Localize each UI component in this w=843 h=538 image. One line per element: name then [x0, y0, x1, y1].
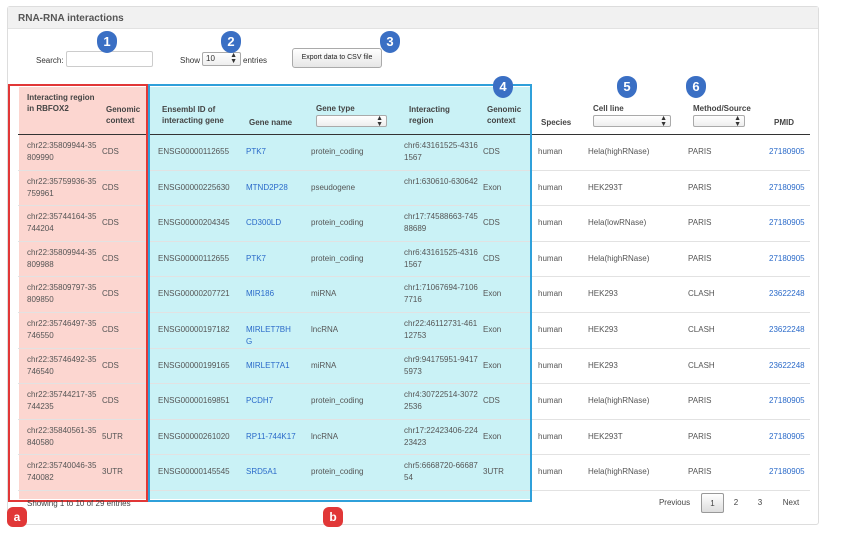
next-button[interactable]: Next: [776, 493, 806, 513]
cell-species: human: [538, 218, 563, 228]
cell-pmid[interactable]: 23622248: [769, 324, 805, 336]
cell-method: CLASH: [688, 360, 715, 370]
annotation-badge-a: a: [7, 507, 27, 527]
entries-select-value: 10: [206, 54, 215, 63]
cell-method: PARIS: [688, 218, 712, 228]
cell-method: PARIS: [688, 253, 712, 263]
cell-cell-line: HEK293T: [588, 182, 623, 192]
cell-species: human: [538, 325, 563, 334]
cell-pmid[interactable]: 27180905: [769, 146, 805, 158]
region-b-box: [148, 84, 532, 502]
cell-method: PARIS: [688, 431, 712, 441]
cell-line-filter[interactable]: ▲ ▼: [593, 115, 671, 128]
cell-cell-line: Hela(highRNase): [588, 467, 650, 477]
search-label: Search:: [36, 56, 64, 65]
cell-species: human: [538, 431, 563, 441]
cell-species: human: [538, 289, 563, 299]
cell-cell-line: Hela(highRNase): [588, 147, 650, 156]
cell-cell-line: HEK293T: [588, 431, 623, 441]
search-input[interactable]: [66, 51, 153, 67]
region-a-box: [8, 84, 148, 502]
method-filter[interactable]: ▲ ▼: [693, 115, 745, 128]
annotation-badge-1: 1: [97, 31, 117, 53]
annotation-badge-b: b: [323, 507, 343, 527]
cell-method: CLASH: [688, 325, 715, 334]
table-info: Showing 1 to 10 of 29 entries: [27, 499, 131, 508]
cell-method: PARIS: [688, 396, 712, 406]
page-1-button[interactable]: 1: [701, 493, 724, 513]
export-csv-button[interactable]: Export data to CSV file: [292, 48, 382, 68]
cell-pmid[interactable]: 27180905: [769, 182, 805, 194]
cell-cell-line: Hela(lowRNase): [588, 218, 647, 228]
page-3-button[interactable]: 3: [751, 493, 769, 513]
cell-method: PARIS: [688, 467, 712, 477]
previous-button[interactable]: Previous: [652, 493, 697, 513]
header-cell-line[interactable]: Cell line: [593, 103, 624, 114]
annotation-badge-3: 3: [380, 31, 400, 53]
cell-species: human: [538, 467, 563, 477]
cell-pmid[interactable]: 27180905: [769, 431, 805, 443]
cell-pmid[interactable]: 23622248: [769, 360, 805, 372]
panel-title: RNA-RNA interactions: [8, 7, 818, 29]
cell-method: CLASH: [688, 289, 715, 299]
cell-species: human: [538, 147, 563, 156]
select-arrows-icon: ▲ ▼: [734, 115, 741, 128]
cell-species: human: [538, 360, 563, 370]
cell-cell-line: HEK293: [588, 325, 618, 334]
select-arrows-icon: ▲ ▼: [230, 52, 237, 65]
annotation-badge-6: 6: [686, 76, 706, 98]
header-method-source[interactable]: Method/Source: [693, 103, 751, 114]
cell-cell-line: Hela(highRNase): [588, 253, 650, 263]
cell-method: PARIS: [688, 147, 712, 156]
cell-species: human: [538, 182, 563, 192]
cell-method: PARIS: [688, 182, 712, 192]
entries-label: entries: [243, 56, 268, 65]
cell-pmid[interactable]: 27180905: [769, 217, 805, 229]
select-arrows-icon: ▲ ▼: [660, 115, 667, 128]
cell-species: human: [538, 253, 563, 263]
cell-pmid[interactable]: 27180905: [769, 253, 805, 265]
header-pmid[interactable]: PMID: [774, 117, 794, 128]
annotation-badge-2: 2: [221, 31, 241, 53]
cell-species: human: [538, 396, 563, 406]
cell-pmid[interactable]: 27180905: [769, 466, 805, 478]
cell-pmid[interactable]: 27180905: [769, 395, 805, 407]
annotation-badge-5: 5: [617, 76, 637, 98]
cell-cell-line: Hela(highRNase): [588, 396, 650, 406]
entries-select[interactable]: 10 ▲ ▼: [202, 52, 241, 66]
page-2-button[interactable]: 2: [727, 493, 745, 513]
show-label: Show: [180, 56, 201, 65]
cell-cell-line: HEK293: [588, 360, 618, 370]
cell-cell-line: HEK293: [588, 289, 618, 299]
cell-pmid[interactable]: 23622248: [769, 288, 805, 300]
annotation-badge-4: 4: [493, 76, 513, 98]
header-species[interactable]: Species: [541, 117, 571, 128]
